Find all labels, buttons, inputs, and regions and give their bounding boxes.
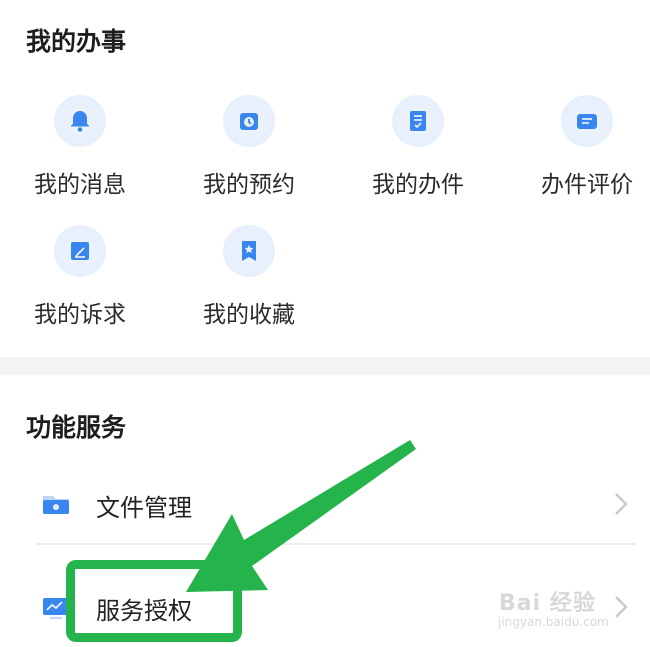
grid-item-my-favorites[interactable]: 我的收藏 — [196, 225, 326, 335]
row-label: 文件管理 — [96, 494, 192, 522]
document-icon — [392, 95, 444, 147]
grid-label: 我的办件 — [372, 172, 464, 198]
bell-icon — [54, 95, 106, 147]
watermark-sub: jingyan.baidu.com — [498, 615, 609, 629]
grid-label: 我的收藏 — [203, 302, 295, 328]
section-title-services: 功能服务 — [26, 413, 127, 442]
section-title-my-tasks: 我的办事 — [26, 27, 127, 56]
grid-item-case-evaluation[interactable]: 办件评价 — [534, 95, 650, 205]
grid-item-my-requests[interactable]: 我的诉求 — [27, 225, 157, 335]
grid-label: 我的预约 — [203, 172, 295, 198]
section-divider — [0, 357, 650, 375]
comment-icon — [561, 95, 613, 147]
chevron-right-icon — [614, 492, 628, 516]
highlight-box — [66, 560, 242, 642]
grid-item-my-appointments[interactable]: 我的预约 — [196, 95, 326, 205]
watermark-main: Bai 经验 — [499, 591, 596, 616]
edit-note-icon — [54, 225, 106, 277]
grid-label: 办件评价 — [541, 172, 633, 198]
calendar-clock-icon — [223, 95, 275, 147]
grid-label: 我的消息 — [34, 172, 126, 198]
service-row-file-management[interactable]: 文件管理 — [0, 473, 650, 535]
grid-item-my-cases[interactable]: 我的办件 — [365, 95, 495, 205]
grid-label: 我的诉求 — [34, 302, 126, 328]
row-divider — [36, 543, 636, 545]
bookmark-star-icon — [223, 225, 275, 277]
baidu-watermark: Bai 经验 jingyan.baidu.com — [494, 585, 644, 635]
folder-icon — [40, 489, 72, 519]
grid-item-my-messages[interactable]: 我的消息 — [27, 95, 157, 205]
